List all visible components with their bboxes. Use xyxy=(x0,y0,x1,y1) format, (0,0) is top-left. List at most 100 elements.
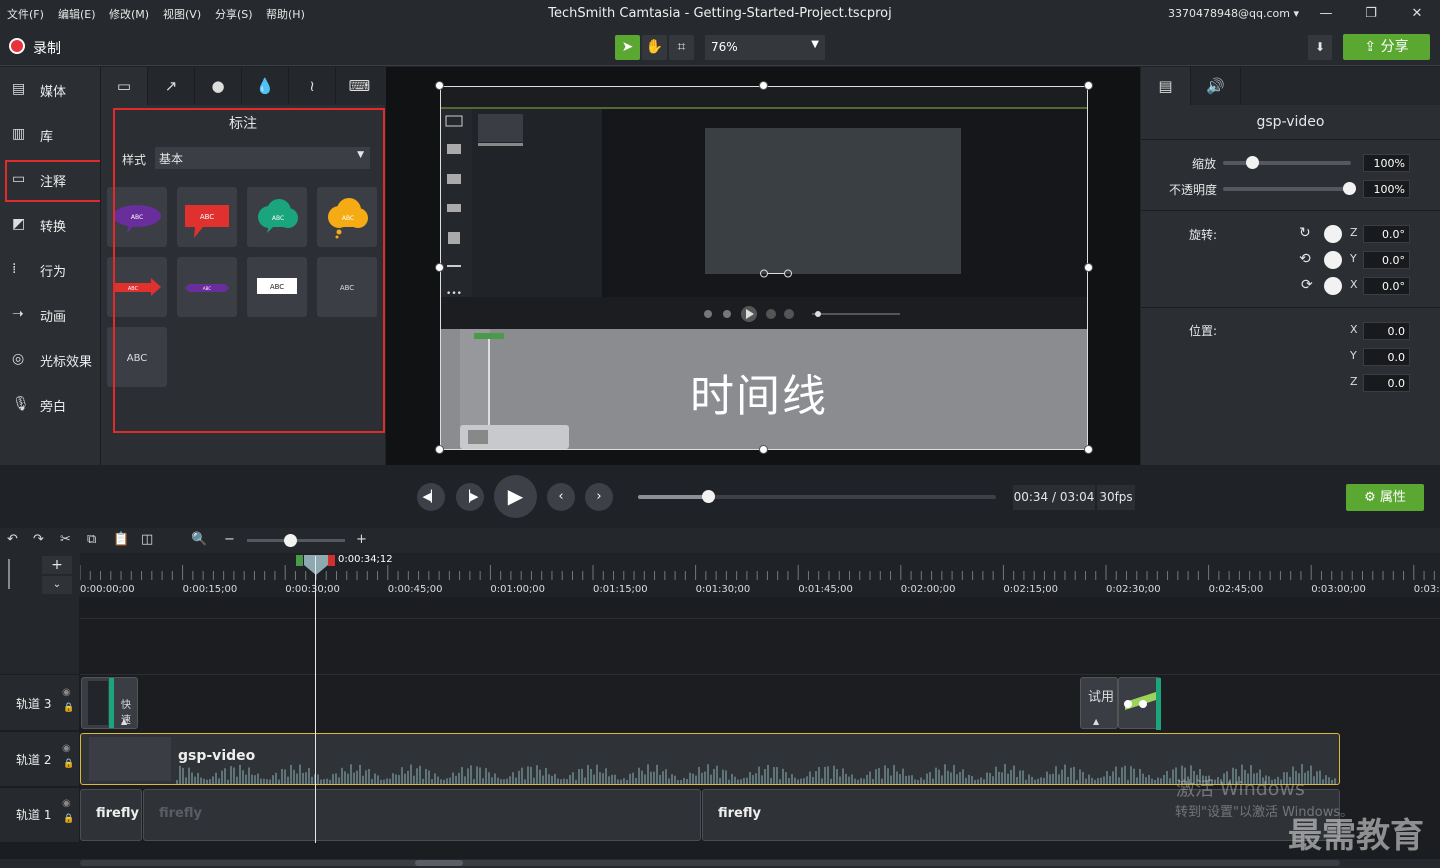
chevron-down-icon[interactable]: ⌄ xyxy=(42,576,72,594)
sidebar-item-behaviors[interactable]: ⁞ 行为 xyxy=(0,247,100,292)
highlight-box xyxy=(113,108,385,433)
resize-handle[interactable] xyxy=(759,81,768,90)
blur-tab-icon[interactable]: 💧 xyxy=(242,67,289,105)
resize-handle[interactable] xyxy=(435,81,444,90)
trial-clip[interactable]: 试用 ▲ xyxy=(1080,677,1118,729)
redo-icon[interactable]: ↷ xyxy=(33,532,44,547)
opacity-field[interactable]: 100% xyxy=(1363,180,1410,198)
select-tool-icon[interactable]: ➤ xyxy=(615,35,640,60)
pan-tool-icon[interactable]: ✋ xyxy=(642,35,667,60)
playhead-line[interactable] xyxy=(315,556,316,843)
horizontal-scrollbar[interactable] xyxy=(0,859,1440,868)
rotate-z-dial[interactable] xyxy=(1324,225,1342,243)
callout-clip[interactable]: 快速 ▲ xyxy=(81,677,138,729)
expand-icon[interactable]: ▲ xyxy=(1093,717,1099,726)
scrub-knob[interactable] xyxy=(702,490,715,503)
track-2-header[interactable]: 轨道 2 ◉ 🔒 xyxy=(0,732,79,787)
share-button[interactable]: ⇪ 分享 xyxy=(1343,34,1430,60)
scale-field[interactable]: 100% xyxy=(1363,154,1410,172)
resize-handle[interactable] xyxy=(435,263,444,272)
lock-icon[interactable]: 🔒 xyxy=(63,703,74,713)
rotation-x-field[interactable]: 0.0° xyxy=(1363,277,1410,295)
divider xyxy=(1141,139,1440,140)
rotate-x-dial[interactable] xyxy=(1324,277,1342,295)
cursor-icon: ◎ xyxy=(12,351,25,367)
firefly-clip-2[interactable]: firefly xyxy=(143,789,701,841)
track-height-slider[interactable] xyxy=(8,559,14,589)
rotate-handle[interactable] xyxy=(760,263,792,278)
playhead-range[interactable] xyxy=(296,555,336,575)
scale-slider-knob[interactable] xyxy=(1246,156,1259,169)
sidebar-item-media[interactable]: ▤ 媒体 xyxy=(0,67,100,112)
gsp-video-clip[interactable]: gsp-video xyxy=(80,733,1340,785)
callout-tab-icon[interactable]: ▭ xyxy=(101,67,148,105)
arrow-tab-icon[interactable]: ↗ xyxy=(148,67,195,105)
sidebar-item-label: 媒体 xyxy=(40,85,67,100)
shape-tab-icon[interactable]: ● xyxy=(195,67,242,105)
opacity-slider-knob[interactable] xyxy=(1343,182,1356,195)
expand-icon[interactable]: ▲ xyxy=(121,717,127,726)
rotation-z-field[interactable]: 0.0° xyxy=(1363,225,1410,243)
record-icon[interactable] xyxy=(9,38,25,54)
track-1-header[interactable]: 轨道 1 ◉ 🔒 xyxy=(0,788,79,843)
play-icon[interactable]: ▶ xyxy=(494,475,537,518)
next-icon[interactable]: › xyxy=(585,483,613,511)
crop-tool-icon[interactable]: ⌗ xyxy=(669,35,694,60)
rotation-y-field[interactable]: 0.0° xyxy=(1363,251,1410,269)
sidebar-item-animations[interactable]: ➝ 动画 xyxy=(0,292,100,337)
add-track-icon[interactable]: + xyxy=(42,556,72,574)
sidebar-item-cursor-effects[interactable]: ◎ 光标效果 xyxy=(0,337,100,382)
properties-panel: ▤ 🔊 gsp-video 缩放 100% 不透明度 100% 旋转: ↻ Z … xyxy=(1141,67,1440,465)
position-x-field[interactable]: 0.0 xyxy=(1363,322,1410,340)
minimize-icon[interactable]: — xyxy=(1316,4,1336,24)
scrollbar-track[interactable] xyxy=(80,860,1340,866)
previous-icon[interactable]: ‹ xyxy=(547,483,575,511)
tick-label: 0:01:30;00 xyxy=(695,584,751,595)
timeline-ruler[interactable]: 0:00:00;00 0:00:15;00 0:00:30;00 0:00:45;00… xyxy=(80,553,1440,597)
step-forward-icon[interactable]: ▕▶ xyxy=(456,483,484,511)
eye-icon[interactable]: ◉ xyxy=(62,743,71,754)
rotate-y-dial[interactable] xyxy=(1324,251,1342,269)
properties-button[interactable]: ⚙ 属性 xyxy=(1346,484,1424,511)
eye-icon[interactable]: ◉ xyxy=(62,798,71,809)
resize-handle[interactable] xyxy=(435,445,444,454)
resize-handle[interactable] xyxy=(1084,445,1093,454)
position-y-field[interactable]: 0.0 xyxy=(1363,348,1410,366)
firefly-clip-1[interactable]: firefly xyxy=(80,789,142,841)
account-menu[interactable]: 3370478948@qq.com ▾ xyxy=(1168,7,1299,20)
eye-icon[interactable]: ◉ xyxy=(62,687,71,698)
step-back-icon[interactable]: ◀▏ xyxy=(417,483,445,511)
zoom-out-icon[interactable]: − xyxy=(224,532,235,547)
keystroke-tab-icon[interactable]: ⌨ xyxy=(336,67,383,105)
opacity-slider[interactable] xyxy=(1223,187,1351,191)
scale-slider[interactable] xyxy=(1223,161,1351,165)
lock-icon[interactable]: 🔒 xyxy=(63,759,74,769)
sidebar-item-transitions[interactable]: ◩ 转换 xyxy=(0,202,100,247)
zoom-in-icon[interactable]: + xyxy=(356,532,367,547)
position-z-field[interactable]: 0.0 xyxy=(1363,374,1410,392)
cut-icon[interactable]: ✂ xyxy=(60,532,71,547)
timeline-zoom-knob[interactable] xyxy=(284,534,297,547)
record-button[interactable]: 录制 xyxy=(33,38,61,58)
track-3-header[interactable]: 轨道 3 ◉ 🔒 xyxy=(0,675,79,731)
undo-icon[interactable]: ↶ xyxy=(7,532,18,547)
resize-handle[interactable] xyxy=(1084,263,1093,272)
zoom-select[interactable]: 76% ▼ xyxy=(705,35,825,60)
restore-icon[interactable]: ❐ xyxy=(1361,4,1381,24)
sidebar-item-library[interactable]: ▥ 库 xyxy=(0,112,100,157)
scrollbar-thumb[interactable] xyxy=(415,860,463,866)
animation-clip[interactable] xyxy=(1118,677,1161,730)
lock-icon[interactable]: 🔒 xyxy=(63,814,74,824)
resize-handle[interactable] xyxy=(1084,81,1093,90)
split-icon[interactable]: ◫ xyxy=(141,532,153,547)
paste-icon[interactable]: 📋 xyxy=(113,532,129,547)
resize-handle[interactable] xyxy=(759,445,768,454)
download-icon[interactable]: ⬇ xyxy=(1308,35,1332,60)
visual-props-tab-icon[interactable]: ▤ xyxy=(1141,67,1191,105)
audio-props-tab-icon[interactable]: 🔊 xyxy=(1191,67,1241,105)
close-icon[interactable]: ✕ xyxy=(1407,4,1427,24)
zoom-icon[interactable]: 🔍 xyxy=(191,532,207,547)
sketch-tab-icon[interactable]: ≀ xyxy=(289,67,336,105)
sidebar-item-voice-narration[interactable]: 🎙 旁白 xyxy=(0,382,100,427)
copy-icon[interactable]: ⧉ xyxy=(87,532,96,547)
